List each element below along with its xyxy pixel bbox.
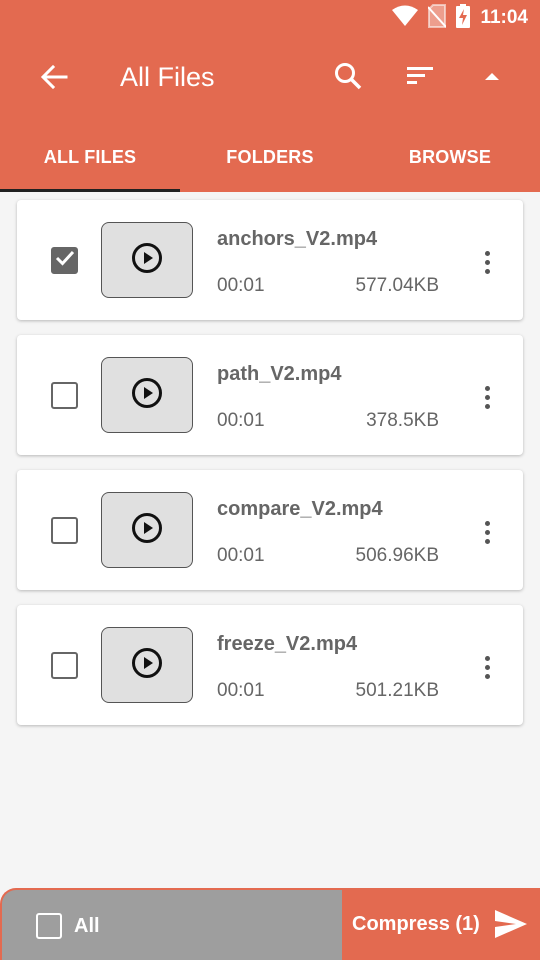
status-time: 11:04 [480,7,528,28]
file-card[interactable]: path_V2.mp4 00:01 378.5KB [17,335,523,455]
tab-bar: ALL FILES FOLDERS BROWSE [0,136,540,192]
no-sim-icon [427,3,448,33]
more-options-button[interactable] [471,647,503,687]
more-vert-icon [484,403,490,409]
more-vert-icon [484,250,490,256]
more-vert-icon [484,259,490,265]
file-card[interactable]: compare_V2.mp4 00:01 506.96KB [17,470,523,590]
file-duration: 00:01 [217,275,265,296]
more-vert-icon [484,664,490,670]
file-size: 501.21KB [355,680,439,701]
file-checkbox[interactable] [51,247,78,274]
more-options-button[interactable] [471,377,503,417]
more-options-button[interactable] [471,242,503,282]
checkmark-icon [55,250,75,271]
toolbar: All Files [0,40,540,118]
play-icon [131,377,163,414]
video-thumbnail[interactable] [101,627,193,703]
file-duration: 00:01 [217,545,265,566]
compress-button[interactable]: Compress (1) [342,888,540,960]
play-icon [131,242,163,279]
wifi-icon [392,5,419,32]
more-options-button[interactable] [471,512,503,552]
status-bar: 11:04 [0,0,540,36]
battery-charging-icon [456,3,471,33]
send-icon [494,908,528,940]
more-vert-icon [484,385,490,391]
tab-label: ALL FILES [43,147,137,167]
file-card[interactable]: anchors_V2.mp4 00:01 577.04KB [17,200,523,320]
back-arrow-icon [40,64,68,94]
tab-indicator [0,189,180,192]
more-vert-icon [484,268,490,274]
more-vert-icon [484,520,490,526]
file-checkbox[interactable] [51,382,78,409]
search-button[interactable] [328,58,368,98]
file-size: 378.5KB [366,410,439,431]
more-vert-icon [484,529,490,535]
select-all-checkbox[interactable] [36,913,62,939]
file-card[interactable]: freeze_V2.mp4 00:01 501.21KB [17,605,523,725]
app-header: 11:04 All Files ALL FILES FOLDERS BROWSE [0,0,540,192]
page-title: All Files [120,62,215,92]
file-name: path_V2.mp4 [217,363,342,385]
tab-label: BROWSE [408,147,492,167]
play-icon [131,512,163,549]
collapse-button[interactable] [472,58,512,98]
video-thumbnail[interactable] [101,357,193,433]
video-thumbnail[interactable] [101,222,193,298]
file-name: freeze_V2.mp4 [217,633,358,655]
more-vert-icon [484,394,490,400]
file-size: 506.96KB [355,545,439,566]
file-name: compare_V2.mp4 [217,498,383,520]
sort-button[interactable] [400,58,440,98]
file-size: 577.04KB [355,275,439,296]
file-list: anchors_V2.mp4 00:01 577.04KB path_V2.mp… [17,200,523,740]
file-checkbox[interactable] [51,517,78,544]
video-thumbnail[interactable] [101,492,193,568]
compress-label: Compress (1) [352,913,480,935]
tab-all-files[interactable]: ALL FILES [0,136,180,192]
play-icon [131,647,163,684]
file-duration: 00:01 [217,680,265,701]
more-vert-icon [484,673,490,679]
file-checkbox[interactable] [51,652,78,679]
tab-label: FOLDERS [226,147,314,167]
status-icons: 11:04 [392,3,528,33]
arrow-up-icon [483,69,501,87]
sort-icon [405,65,435,92]
back-button[interactable] [34,60,74,98]
select-all-button[interactable]: All [0,888,342,960]
bottom-action-bar: All Compress (1) [0,888,540,960]
file-duration: 00:01 [217,410,265,431]
file-name: anchors_V2.mp4 [217,228,378,250]
select-all-label: All [74,915,100,937]
more-vert-icon [484,655,490,661]
tab-folders[interactable]: FOLDERS [180,136,360,192]
more-vert-icon [484,538,490,544]
tab-browse[interactable]: BROWSE [360,136,540,192]
search-icon [333,61,363,96]
